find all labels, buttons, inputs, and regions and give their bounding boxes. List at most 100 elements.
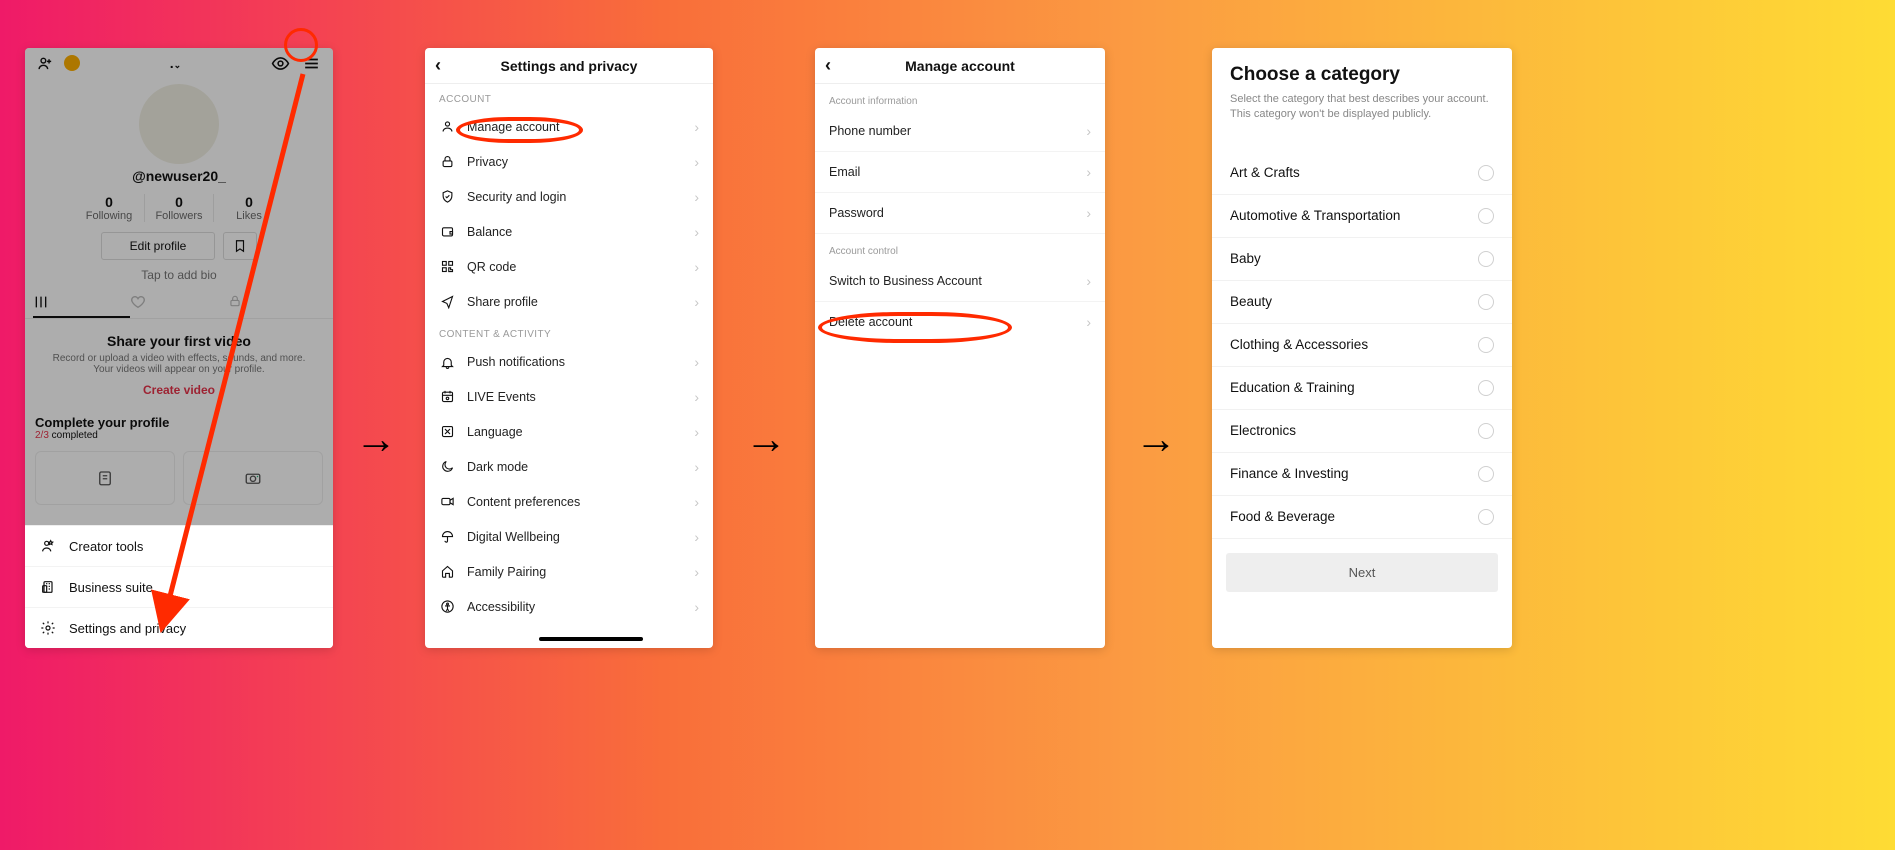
sheet-creator-tools-label: Creator tools xyxy=(69,539,143,554)
radio-icon[interactable] xyxy=(1478,165,1494,181)
tab-grid[interactable] xyxy=(33,288,130,318)
row-language[interactable]: Language› xyxy=(425,414,713,449)
stat-likes[interactable]: 0 Likes xyxy=(214,194,284,222)
category-option-label: Clothing & Accessories xyxy=(1230,337,1368,352)
sheet-settings-privacy[interactable]: Settings and privacy xyxy=(25,608,333,648)
row-share-profile[interactable]: Share profile› xyxy=(425,284,713,319)
sheet-business-suite-label: Business suite xyxy=(69,580,153,595)
category-option[interactable]: Clothing & Accessories xyxy=(1212,324,1512,367)
category-option[interactable]: Food & Beverage xyxy=(1212,496,1512,539)
category-option[interactable]: Automotive & Transportation xyxy=(1212,195,1512,238)
settings-title: Settings and privacy xyxy=(501,58,638,74)
row-accessibility[interactable]: Accessibility› xyxy=(425,589,713,624)
stat-followers[interactable]: 0 Followers xyxy=(144,194,214,222)
flow-arrow-3: → xyxy=(1135,415,1177,463)
stat-following[interactable]: 0 Following xyxy=(74,194,144,222)
category-option-label: Baby xyxy=(1230,251,1261,266)
tap-to-add-bio[interactable]: Tap to add bio xyxy=(25,268,333,282)
section-account-information: Account information xyxy=(815,84,1105,111)
qr-icon xyxy=(439,259,455,274)
category-option[interactable]: Electronics xyxy=(1212,410,1512,453)
radio-icon[interactable] xyxy=(1478,466,1494,482)
language-icon xyxy=(439,424,455,439)
category-option[interactable]: Baby xyxy=(1212,238,1512,281)
complete-card-1[interactable] xyxy=(35,451,175,505)
radio-icon[interactable] xyxy=(1478,423,1494,439)
lock-icon xyxy=(439,154,455,169)
row-qr-code[interactable]: QR code› xyxy=(425,249,713,284)
bell-icon xyxy=(439,354,455,369)
category-option[interactable]: Education & Training xyxy=(1212,367,1512,410)
manage-account-title: Manage account xyxy=(905,58,1015,74)
create-video-link[interactable]: Create video xyxy=(25,383,333,397)
bookmark-button[interactable] xyxy=(223,232,257,260)
radio-icon[interactable] xyxy=(1478,380,1494,396)
row-live-events[interactable]: LIVE Events› xyxy=(425,379,713,414)
row-push-notifications[interactable]: Push notifications› xyxy=(425,344,713,379)
avatar[interactable] xyxy=(139,84,219,164)
coin-icon[interactable] xyxy=(64,55,80,71)
radio-icon[interactable] xyxy=(1478,294,1494,310)
category-option-label: Art & Crafts xyxy=(1230,165,1300,180)
username: @newuser20_ xyxy=(25,168,333,184)
choose-category-subtitle: Select the category that best describes … xyxy=(1230,92,1494,122)
row-password[interactable]: Password› xyxy=(815,193,1105,234)
annotation-underline xyxy=(539,637,643,641)
section-account-control: Account control xyxy=(815,234,1105,261)
section-content-label: CONTENT & ACTIVITY xyxy=(425,319,713,344)
views-icon[interactable] xyxy=(271,54,290,73)
edit-profile-button[interactable]: Edit profile xyxy=(101,232,216,260)
complete-profile-count: 2/3 completed xyxy=(35,430,323,441)
row-content-preferences[interactable]: Content preferences› xyxy=(425,484,713,519)
category-option[interactable]: Beauty xyxy=(1212,281,1512,324)
complete-profile-heading: Complete your profile xyxy=(35,415,323,430)
category-option-label: Finance & Investing xyxy=(1230,466,1349,481)
annotation-circle-hamburger xyxy=(284,28,318,62)
sheet-business-suite[interactable]: Business suite xyxy=(25,567,333,608)
radio-icon[interactable] xyxy=(1478,509,1494,525)
tab-liked[interactable] xyxy=(130,288,227,318)
complete-card-2[interactable] xyxy=(183,451,323,505)
radio-icon[interactable] xyxy=(1478,337,1494,353)
row-balance[interactable]: Balance› xyxy=(425,214,713,249)
video-icon xyxy=(439,494,455,509)
row-switch-business[interactable]: Switch to Business Account› xyxy=(815,261,1105,302)
category-option-label: Beauty xyxy=(1230,294,1272,309)
flow-arrow-1: → xyxy=(355,415,397,463)
add-friend-icon[interactable] xyxy=(37,55,54,72)
next-button[interactable]: Next xyxy=(1226,553,1498,592)
category-option-label: Automotive & Transportation xyxy=(1230,208,1400,223)
radio-icon[interactable] xyxy=(1478,251,1494,267)
row-digital-wellbeing[interactable]: Digital Wellbeing› xyxy=(425,519,713,554)
sheet-settings-privacy-label: Settings and privacy xyxy=(69,621,186,636)
tab-private[interactable] xyxy=(228,288,325,318)
menu-sheet: Creator tools Business suite Settings an… xyxy=(25,525,333,648)
name-dropdown[interactable]: .⌄ xyxy=(170,55,181,71)
category-option-label: Education & Training xyxy=(1230,380,1355,395)
back-button[interactable]: ‹ xyxy=(435,55,441,76)
category-option[interactable]: Finance & Investing xyxy=(1212,453,1512,496)
wallet-icon xyxy=(439,224,455,239)
category-screen: Choose a category Select the category th… xyxy=(1212,48,1512,648)
share-icon xyxy=(439,294,455,309)
back-button[interactable]: ‹ xyxy=(825,55,831,76)
row-email[interactable]: Email› xyxy=(815,152,1105,193)
section-account-label: ACCOUNT xyxy=(425,84,713,109)
radio-icon[interactable] xyxy=(1478,208,1494,224)
sheet-creator-tools[interactable]: Creator tools xyxy=(25,526,333,567)
flow-arrow-2: → xyxy=(745,415,787,463)
creator-tools-icon xyxy=(39,538,57,554)
umbrella-icon xyxy=(439,529,455,544)
moon-icon xyxy=(439,459,455,474)
row-family-pairing[interactable]: Family Pairing› xyxy=(425,554,713,589)
shield-icon xyxy=(439,189,455,204)
row-dark-mode[interactable]: Dark mode› xyxy=(425,449,713,484)
row-security-login[interactable]: Security and login› xyxy=(425,179,713,214)
row-privacy[interactable]: Privacy› xyxy=(425,144,713,179)
category-option[interactable]: Art & Crafts xyxy=(1212,152,1512,195)
share-first-video-heading: Share your first video xyxy=(25,333,333,349)
category-option-label: Electronics xyxy=(1230,423,1296,438)
person-icon xyxy=(439,119,455,134)
annotation-oval-switch-business xyxy=(818,312,1012,343)
row-phone-number[interactable]: Phone number› xyxy=(815,111,1105,152)
